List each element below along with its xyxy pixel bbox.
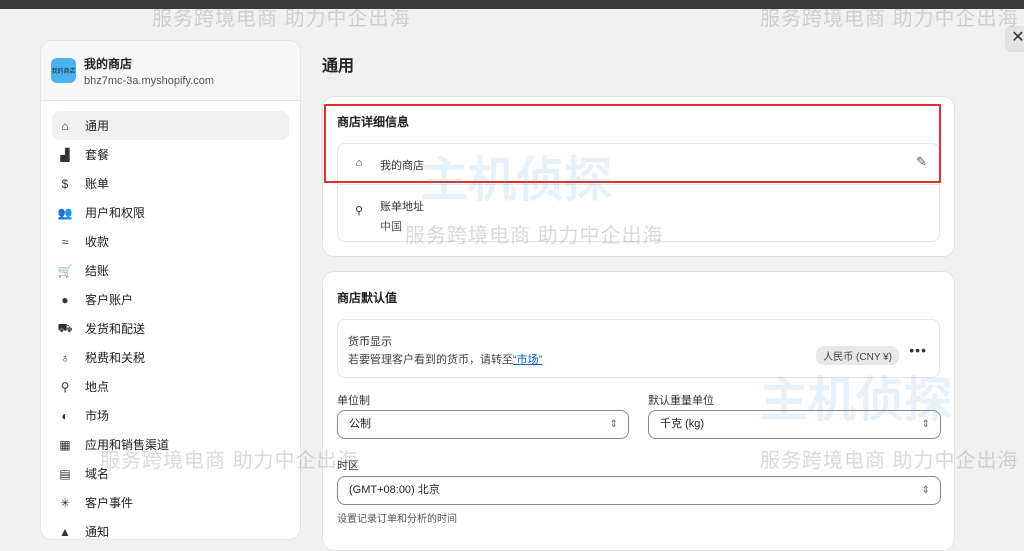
billing-address-label: 账单地址 [380,201,424,213]
sidebar-item[interactable]: ⚲ 地点 [52,372,289,401]
sidebar-item[interactable]: ⛟ 发货和配送 [52,314,289,343]
sidebar-item[interactable]: ✳ 客户事件 [52,488,289,517]
more-actions-icon[interactable]: ••• [909,342,927,358]
events-icon: ✳ [59,495,71,510]
weight-unit-value: 千克 (kg) [660,418,704,430]
sidebar-item[interactable]: ▟ 套餐 [52,140,289,169]
sidebar-item-label: 收款 [85,235,110,249]
sidebar-item[interactable]: ▤ 域名 [52,459,289,488]
weight-unit-select[interactable]: 千克 (kg) ⇕ [648,410,941,439]
payments-icon: ≈ [61,234,69,249]
domain-icon: ▤ [59,466,71,481]
close-button[interactable]: ✕ [1005,26,1024,52]
plan-icon: ▟ [60,147,70,162]
bell-icon: ▲ [59,524,71,539]
chevron-updown-icon: ⇕ [921,419,930,430]
sidebar-item-label: 税费和关税 [85,351,146,365]
sidebar-item-label: 应用和销售渠道 [85,438,170,452]
sidebar-item[interactable]: ▦ 应用和销售渠道 [52,430,289,459]
store-domain: bhz7mc-3a.myshopify.com [84,74,215,87]
unit-system-value: 公制 [349,418,371,430]
store-logo: 我的商店 [51,58,76,83]
sidebar-item-label: 客户账户 [85,293,134,307]
page-title: 通用 [322,58,355,75]
currency-hint-text: 若要管理客户看到的货币，请转至 [348,354,513,366]
timezone-hint: 设置记录订单和分析的时间 [337,514,457,525]
sidebar-item-label: 套餐 [85,148,110,162]
chevron-updown-icon: ⇕ [921,485,930,496]
location-icon: ⚲ [60,379,70,394]
tax-icon: ♁ [60,350,70,365]
currency-badge: 人民币 (CNY ¥) [816,346,899,365]
sidebar-item[interactable]: ▲ 通知 [52,517,289,540]
billing-address-row: ⚲ 账单地址 中国 [352,198,424,234]
timezone-label: 时区 [337,460,359,472]
sidebar-item[interactable]: 🛒 结账 [52,256,289,285]
users-icon: 👥 [57,205,73,220]
globe-icon: ◐ [61,408,69,423]
sidebar-item-label: 客户事件 [85,496,134,510]
sidebar-item-label: 用户和权限 [85,206,146,220]
sidebar-item-label: 市场 [85,409,110,423]
sidebar-item-label: 通知 [85,525,110,539]
billing-address-value: 中国 [380,221,402,233]
store-name: 我的商店 [84,56,133,71]
sidebar-item-label: 域名 [85,467,110,481]
sidebar-item-label: 地点 [85,380,110,394]
location-icon: ⚲ [354,205,364,217]
truck-icon: ⛟ [57,320,73,335]
unit-system-label: 单位制 [337,395,370,407]
sidebar-item[interactable]: 👥 用户和权限 [52,198,289,227]
sidebar-item-label: 结账 [85,264,110,278]
person-icon: ● [61,292,69,307]
top-bar [0,0,1024,9]
billing-icon: $ [61,176,69,191]
sidebar-item-label: 账单 [85,177,110,191]
timezone-select[interactable]: (GMT+08:00) 北京 ⇕ [337,476,941,505]
sidebar-item[interactable]: $ 账单 [52,169,289,198]
sidebar-item[interactable]: ◐ 市场 [52,401,289,430]
chevron-updown-icon: ⇕ [609,419,618,430]
currency-box: 货币显示 若要管理客户看到的货币，请转至“市场” 人民币 (CNY ¥) ••• [337,319,940,378]
sidebar-item[interactable]: ● 客户账户 [52,285,289,314]
weight-unit-label: 默认重量单位 [648,395,714,407]
close-icon: ✕ [1011,29,1024,46]
unit-system-select[interactable]: 公制 ⇕ [337,410,629,439]
settings-sidebar: 我的商店 我的商店 bhz7mc-3a.myshopify.com ⌂ 通用 ▟ 套餐… [40,40,301,540]
sidebar-item[interactable]: ⌂ 通用 [52,111,289,140]
sidebar-nav: ⌂ 通用 ▟ 套餐 $ 账单 👥 用户和权限 ≈ 收款 🛒 结账 ● 客户账户 ⛟ 发货和配送 ♁ 税费和关税 ⚲ 地… [41,101,300,540]
store-defaults-card: 商店默认值 货币显示 若要管理客户看到的货币，请转至“市场” 人民币 (CNY … [322,271,955,551]
timezone-value: (GMT+08:00) 北京 [349,484,440,496]
sidebar-item-label: 通用 [85,119,110,133]
sidebar-item[interactable]: ≈ 收款 [52,227,289,256]
highlight-annotation [324,104,941,183]
sidebar-item[interactable]: ♁ 税费和关税 [52,343,289,372]
store-header[interactable]: 我的商店 我的商店 bhz7mc-3a.myshopify.com [41,41,300,101]
store-defaults-title: 商店默认值 [337,291,398,305]
markets-link[interactable]: “市场” [513,354,542,366]
apps-icon: ▦ [59,437,71,452]
store-icon: ⌂ [61,118,69,133]
currency-hint: 若要管理客户看到的货币，请转至“市场” [348,351,542,367]
currency-label: 货币显示 [348,336,392,348]
sidebar-item-label: 发货和配送 [85,322,146,336]
cart-icon: 🛒 [57,263,73,278]
